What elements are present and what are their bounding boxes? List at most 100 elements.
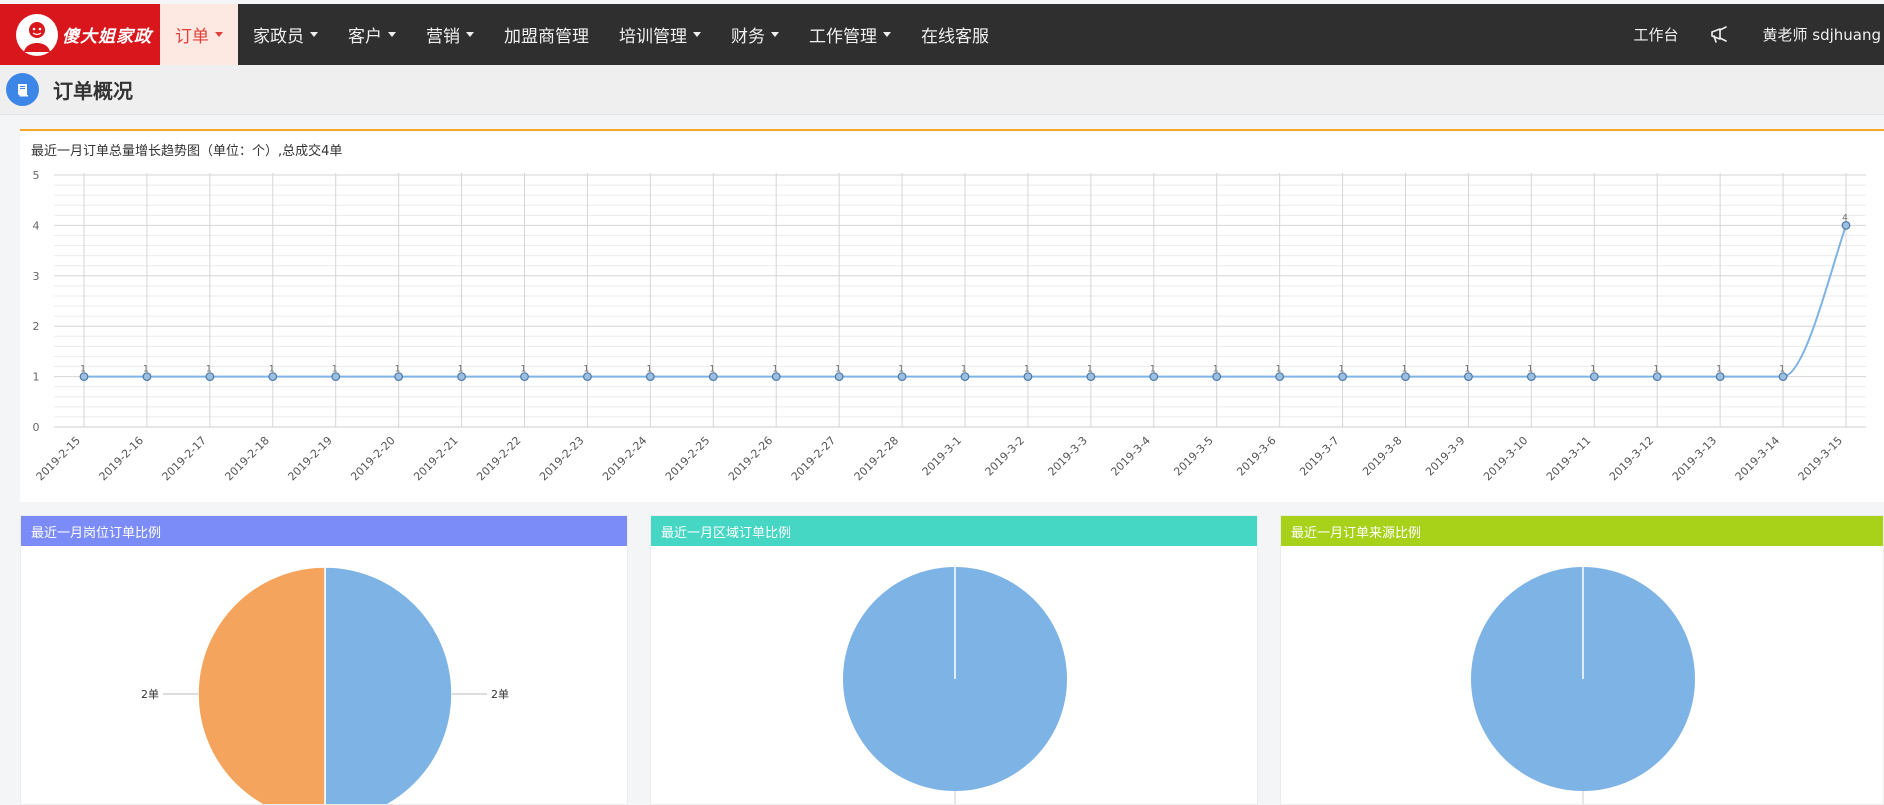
menu-item-label: 培训管理	[619, 27, 687, 47]
menu-item-label: 订单	[175, 27, 209, 47]
x-tick-label: 2019-2-15	[34, 434, 83, 483]
menu-item-2[interactable]: 客户	[333, 4, 411, 65]
data-label: 1	[521, 365, 527, 375]
pie-slices	[843, 567, 1067, 804]
pie-slice	[324, 566, 453, 804]
position-order-pie-chart: 2单 2单	[141, 566, 509, 804]
caret-down-icon	[466, 32, 474, 37]
data-label: 1	[584, 365, 590, 375]
x-tick-label: 2019-3-3	[1045, 434, 1090, 479]
pie-slice	[197, 566, 326, 804]
menu-item-0[interactable]: 订单	[160, 4, 238, 65]
x-tick-label: 2019-3-15	[1796, 434, 1845, 483]
caret-down-icon	[310, 32, 318, 37]
data-label: 1	[1339, 365, 1345, 375]
x-tick-label: 2019-2-26	[726, 434, 775, 483]
x-tick-label: 2019-2-23	[537, 434, 586, 483]
data-label: 1	[206, 365, 212, 375]
region-order-pie-title: 最近一月区域订单比例	[651, 516, 1257, 546]
menu-item-5[interactable]: 培训管理	[604, 4, 716, 65]
user-menu[interactable]: 黄老师 sdjhuang	[1746, 24, 1884, 45]
data-label: 1	[1213, 365, 1219, 375]
caret-down-icon	[883, 32, 891, 37]
top-navbar: 傻大姐家政 订单 家政员 客户 营销 加盟商管理 培训管理 财务 工作管理 在线客服 工作台 黄…	[0, 4, 1884, 65]
logo-text: 傻大姐家政	[62, 27, 152, 47]
data-label: 1	[1527, 365, 1533, 375]
x-tick-label: 2019-2-16	[97, 434, 146, 483]
notification-icon[interactable]	[1694, 25, 1746, 44]
data-label: 1	[395, 365, 401, 375]
x-tick-label: 2019-3-5	[1171, 434, 1216, 479]
x-tick-label: 2019-2-28	[852, 434, 901, 483]
data-label: 1	[772, 365, 778, 375]
menu-item-label: 客户	[348, 27, 382, 47]
menu-item-label: 家政员	[253, 27, 304, 47]
menu-item-1[interactable]: 家政员	[238, 4, 333, 65]
source-order-pie-panel: 最近一月订单来源比例	[1280, 515, 1884, 805]
x-tick-label: 2019-3-9	[1423, 434, 1468, 479]
x-tick-label: 2019-3-12	[1607, 434, 1656, 483]
data-label: 1	[80, 365, 86, 375]
data-label: 1	[332, 365, 338, 375]
pie-slices: 2单 2单	[141, 566, 509, 804]
x-tick-label: 2019-2-22	[474, 434, 523, 483]
data-label: 1	[1024, 365, 1030, 375]
x-tick-label: 2019-3-13	[1670, 434, 1719, 483]
trend-line-chart: 0 1 2 3 4 5 2019-2-15 2019-2-16 2019-2-17 2019-2-…	[33, 169, 1866, 483]
x-tick-label: 2019-3-2	[983, 434, 1028, 479]
data-label: 4	[1842, 213, 1848, 223]
x-tick-label: 2019-2-17	[160, 434, 209, 483]
menu-item-8[interactable]: 在线客服	[906, 4, 1004, 65]
x-tick-label: 2019-2-20	[348, 434, 397, 483]
menu-item-label: 在线客服	[921, 27, 989, 47]
data-label: 1	[1716, 365, 1722, 375]
data-label: 1	[1590, 365, 1596, 375]
x-tick-label: 2019-3-7	[1297, 434, 1342, 479]
region-order-pie-panel: 最近一月区域订单比例	[650, 515, 1258, 805]
menu-item-3[interactable]: 营销	[411, 4, 489, 65]
y-tick-label: 4	[33, 219, 40, 232]
data-label: 1	[143, 365, 149, 375]
pie-slices	[1471, 567, 1695, 804]
menu-item-6[interactable]: 财务	[716, 4, 794, 65]
data-label: 1	[269, 365, 275, 375]
caret-down-icon	[693, 32, 701, 37]
x-tick-label: 2019-2-18	[222, 434, 271, 483]
menu-item-4[interactable]: 加盟商管理	[489, 4, 604, 65]
x-tick-label: 2019-2-19	[285, 434, 334, 483]
data-label: 1	[835, 365, 841, 375]
menu-item-7[interactable]: 工作管理	[794, 4, 906, 65]
x-tick-label: 2019-3-4	[1108, 434, 1153, 479]
x-tick-label: 2019-3-1	[920, 434, 965, 479]
menu-item-label: 加盟商管理	[504, 27, 589, 47]
x-tick-label: 2019-3-14	[1733, 434, 1782, 483]
data-label: 1	[898, 365, 904, 375]
menu-item-label: 工作管理	[809, 27, 877, 47]
slice-label: 2单	[141, 688, 159, 701]
page-header: 订单概况	[0, 65, 1884, 115]
data-label: 1	[1653, 365, 1659, 375]
data-label: 1	[1087, 365, 1093, 375]
data-label: 1	[646, 365, 652, 375]
caret-down-icon	[215, 32, 223, 37]
x-tick-label: 2019-2-27	[789, 434, 838, 483]
y-tick-label: 1	[33, 371, 40, 384]
data-label: 1	[1402, 365, 1408, 375]
source-order-pie-title: 最近一月订单来源比例	[1281, 516, 1883, 546]
order-trend-panel: 最近一月订单总量增长趋势图（单位：个）,总成交4单 0 1 2 3 4 5 2019-2-1…	[20, 129, 1884, 502]
menu-item-label: 营销	[426, 27, 460, 47]
logo-portrait-icon	[16, 13, 58, 56]
source-order-pie-chart	[1471, 567, 1695, 804]
y-tick-label: 5	[33, 169, 40, 182]
data-label: 1	[709, 365, 715, 375]
data-label: 1	[1276, 365, 1282, 375]
workbench-link[interactable]: 工作台	[1617, 24, 1694, 45]
position-order-pie-panel: 最近一月岗位订单比例 2单 2单	[20, 515, 628, 805]
data-label: 1	[458, 365, 464, 375]
nav-right: 工作台 黄老师 sdjhuang	[1617, 4, 1884, 65]
slice-label: 2单	[491, 688, 509, 701]
x-tick-label: 2019-2-24	[600, 434, 649, 483]
caret-down-icon	[771, 32, 779, 37]
brand-logo[interactable]: 傻大姐家政	[0, 4, 160, 65]
data-label: 1	[1779, 365, 1785, 375]
